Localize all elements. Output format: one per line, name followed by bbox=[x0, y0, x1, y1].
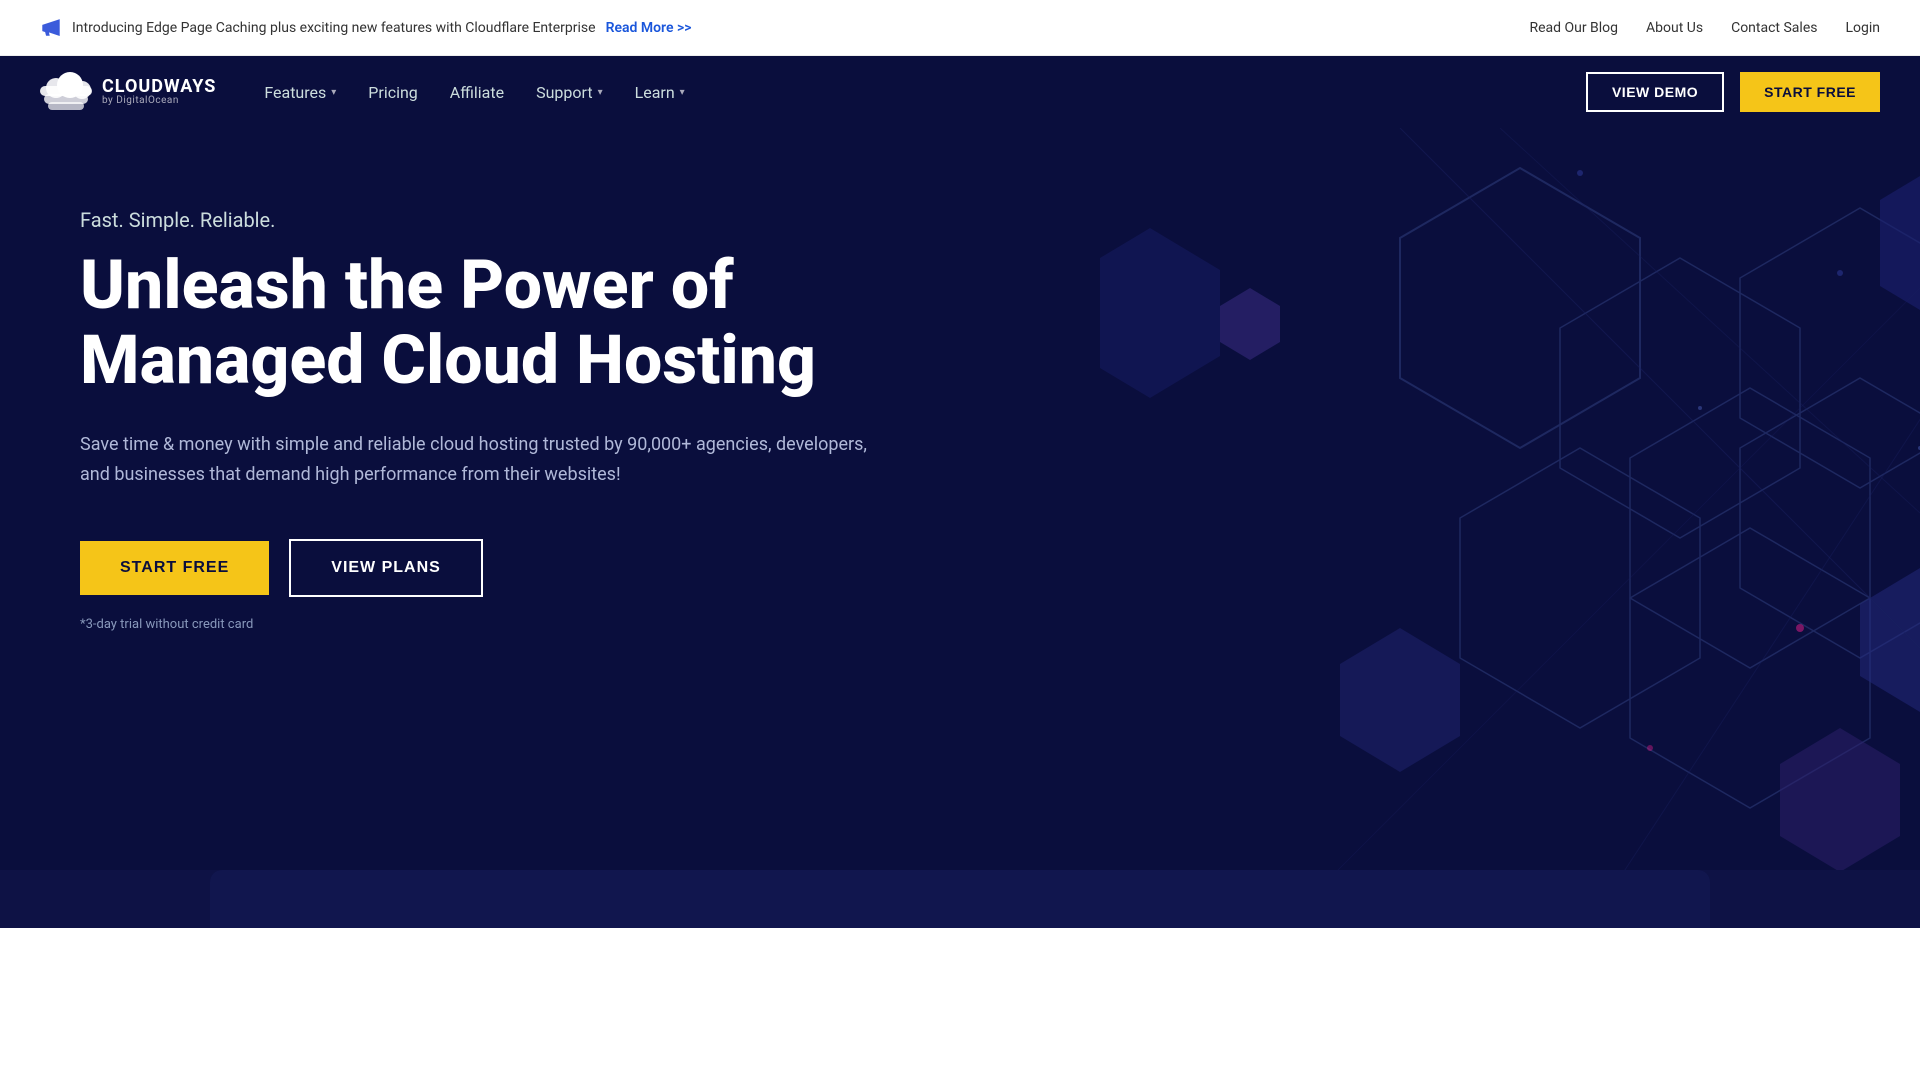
learn-chevron-icon: ▾ bbox=[680, 87, 685, 98]
start-free-hero-button[interactable]: START FREE bbox=[80, 541, 269, 595]
trial-note: *3-day trial without credit card bbox=[80, 617, 900, 632]
megaphone-icon bbox=[40, 17, 62, 39]
nav-item-affiliate[interactable]: Affiliate bbox=[450, 83, 504, 102]
start-free-nav-button[interactable]: START FREE bbox=[1740, 72, 1880, 112]
nav-links: Features ▾ Pricing Affiliate Support ▾ bbox=[264, 83, 684, 102]
hero-background-graphic bbox=[1100, 128, 1920, 870]
top-bar-right: Read Our Blog About Us Contact Sales Log… bbox=[1529, 20, 1880, 36]
nav-item-features[interactable]: Features ▾ bbox=[264, 83, 336, 102]
navbar: CLOUDWAYS by DigitalOcean Features ▾ Pri… bbox=[0, 56, 1920, 128]
top-bar: Introducing Edge Page Caching plus excit… bbox=[0, 0, 1920, 56]
navbar-left: CLOUDWAYS by DigitalOcean Features ▾ Pri… bbox=[40, 72, 685, 112]
contact-sales-link[interactable]: Contact Sales bbox=[1731, 20, 1817, 36]
logo[interactable]: CLOUDWAYS by DigitalOcean bbox=[40, 72, 216, 112]
logo-icon bbox=[40, 72, 92, 112]
features-chevron-icon: ▾ bbox=[331, 87, 336, 98]
top-bar-left: Introducing Edge Page Caching plus excit… bbox=[40, 17, 692, 39]
read-our-blog-link[interactable]: Read Our Blog bbox=[1529, 20, 1618, 36]
nav-item-support[interactable]: Support ▾ bbox=[536, 83, 603, 102]
hero-content: Fast. Simple. Reliable. Unleash the Powe… bbox=[80, 208, 900, 632]
announcement-text: Introducing Edge Page Caching plus excit… bbox=[72, 20, 596, 36]
navbar-right: VIEW DEMO START FREE bbox=[1586, 72, 1880, 112]
support-chevron-icon: ▾ bbox=[598, 87, 603, 98]
view-demo-button[interactable]: VIEW DEMO bbox=[1586, 72, 1724, 112]
hero-heading: Unleash the Power of Managed Cloud Hosti… bbox=[80, 248, 900, 398]
login-link[interactable]: Login bbox=[1845, 20, 1880, 36]
nav-item-learn[interactable]: Learn ▾ bbox=[635, 83, 685, 102]
hero-description: Save time & money with simple and reliab… bbox=[80, 430, 900, 491]
nav-item-pricing[interactable]: Pricing bbox=[368, 83, 418, 102]
bottom-card bbox=[210, 870, 1710, 928]
view-plans-button[interactable]: VIEW PLANS bbox=[289, 539, 483, 597]
hero-section: Fast. Simple. Reliable. Unleash the Powe… bbox=[0, 128, 1920, 870]
read-more-link[interactable]: Read More >> bbox=[606, 20, 692, 36]
hero-buttons: START FREE VIEW PLANS bbox=[80, 539, 900, 597]
about-us-link[interactable]: About Us bbox=[1646, 20, 1703, 36]
hero-tagline: Fast. Simple. Reliable. bbox=[80, 208, 900, 232]
bottom-strip bbox=[0, 870, 1920, 928]
logo-text: CLOUDWAYS by DigitalOcean bbox=[102, 78, 216, 106]
